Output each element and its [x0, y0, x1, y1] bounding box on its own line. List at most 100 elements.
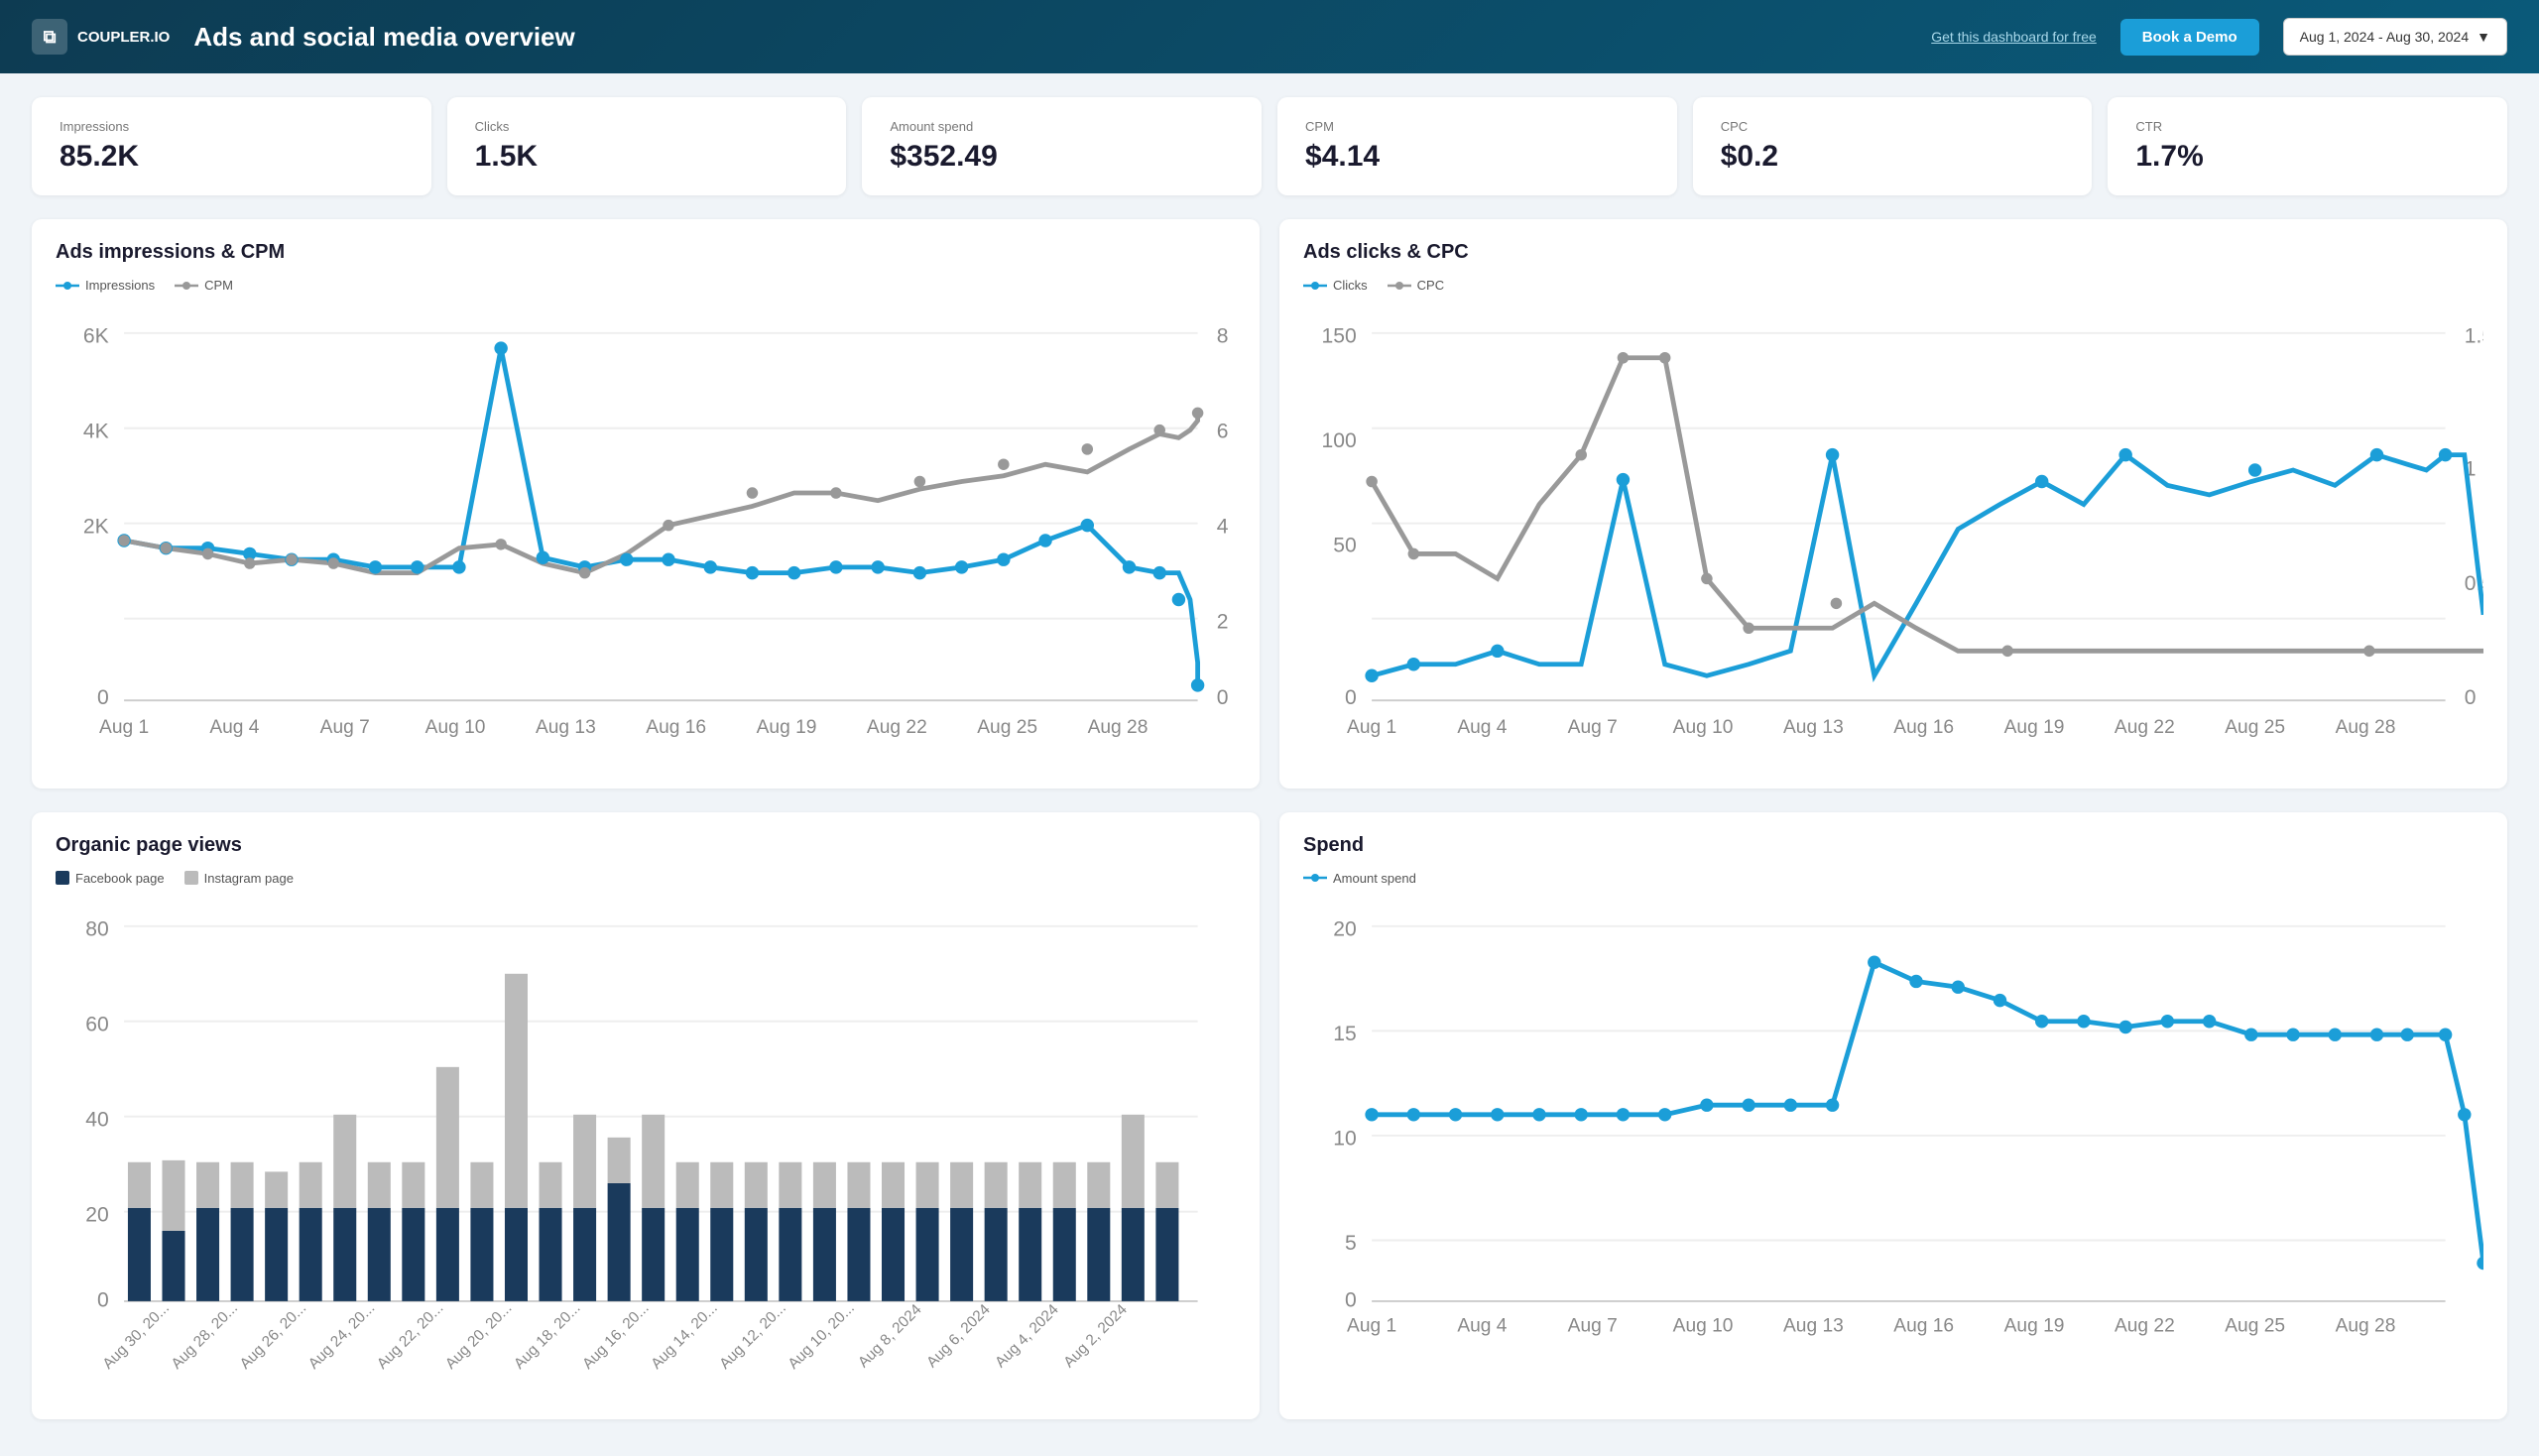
svg-text:Aug 1: Aug 1 — [1347, 1315, 1396, 1336]
svg-text:Aug 25: Aug 25 — [2225, 717, 2285, 738]
svg-text:Aug 7: Aug 7 — [1568, 1315, 1618, 1336]
svg-text:Aug 16: Aug 16 — [646, 717, 706, 738]
svg-text:Aug 13: Aug 13 — [1783, 717, 1844, 738]
kpi-value-cpm: $4.14 — [1305, 140, 1649, 174]
svg-text:Aug 28: Aug 28 — [2336, 717, 2396, 738]
legend-label-clicks: Clicks — [1333, 278, 1368, 293]
svg-text:Aug 13: Aug 13 — [1783, 1315, 1844, 1336]
date-range-value: Aug 1, 2024 - Aug 30, 2024 — [2300, 29, 2469, 45]
svg-text:Aug 19: Aug 19 — [757, 717, 817, 738]
svg-text:Aug 16: Aug 16 — [1893, 1315, 1954, 1336]
svg-text:4K: 4K — [83, 420, 109, 442]
svg-text:Aug 28, 20...: Aug 28, 20... — [169, 1299, 242, 1373]
impressions-cpm-chart: Ads impressions & CPM Impressions CPM 6K… — [32, 219, 1260, 789]
svg-text:Aug 30, 20...: Aug 30, 20... — [99, 1299, 173, 1373]
header: ⧉ COUPLER.IO Ads and social media overvi… — [0, 0, 2539, 73]
clicks-cpc-chart: Ads clicks & CPC Clicks CPC 150 100 50 0… — [1279, 219, 2507, 789]
svg-text:Aug 10: Aug 10 — [1673, 1315, 1734, 1336]
bottom-charts-row: Organic page views Facebook page Instagr… — [32, 812, 2507, 1419]
legend-label-instagram: Instagram page — [204, 871, 294, 886]
svg-text:Aug 4, 2024: Aug 4, 2024 — [992, 1300, 1062, 1371]
svg-text:Aug 1: Aug 1 — [99, 717, 149, 738]
svg-text:0: 0 — [1217, 686, 1229, 709]
impressions-cpm-svg: 6K 4K 2K 0 8 6 4 2 0 Aug 1 Aug 4 Aug 7 — [56, 304, 1236, 762]
svg-text:20: 20 — [85, 1203, 108, 1226]
svg-text:Aug 8, 2024: Aug 8, 2024 — [855, 1300, 925, 1371]
svg-text:8: 8 — [1217, 324, 1229, 347]
legend-cpm: CPM — [175, 278, 233, 293]
svg-text:60: 60 — [85, 1013, 108, 1035]
svg-text:6K: 6K — [83, 324, 109, 347]
svg-text:0: 0 — [1345, 686, 1357, 709]
kpi-label-clicks: Clicks — [475, 119, 819, 134]
legend-facebook: Facebook page — [56, 871, 165, 886]
svg-text:Aug 28: Aug 28 — [2336, 1315, 2396, 1336]
free-dashboard-link[interactable]: Get this dashboard for free — [1931, 29, 2097, 45]
svg-text:0: 0 — [97, 686, 109, 709]
svg-text:Aug 25: Aug 25 — [2225, 1315, 2285, 1336]
organic-views-chart: Organic page views Facebook page Instagr… — [32, 812, 1260, 1419]
svg-text:Aug 14, 20...: Aug 14, 20... — [648, 1299, 721, 1373]
kpi-value-spend: $352.49 — [890, 140, 1234, 174]
svg-text:Aug 2, 2024: Aug 2, 2024 — [1060, 1300, 1131, 1371]
svg-text:Aug 25: Aug 25 — [977, 717, 1037, 738]
svg-text:Aug 20, 20...: Aug 20, 20... — [442, 1299, 516, 1373]
spend-title: Spend — [1303, 834, 2483, 857]
svg-text:0: 0 — [97, 1288, 109, 1311]
kpi-value-clicks: 1.5K — [475, 140, 819, 174]
spend-legend: Amount spend — [1303, 871, 2483, 886]
kpi-amount-spend: Amount spend $352.49 — [862, 97, 1262, 195]
clicks-cpc-title: Ads clicks & CPC — [1303, 241, 2483, 264]
svg-text:Aug 6, 2024: Aug 6, 2024 — [923, 1300, 994, 1371]
legend-label-impressions: Impressions — [85, 278, 155, 293]
svg-text:15: 15 — [1333, 1023, 1356, 1045]
book-demo-button[interactable]: Book a Demo — [2120, 19, 2259, 56]
svg-text:20: 20 — [1333, 917, 1356, 940]
svg-text:Aug 22: Aug 22 — [867, 717, 927, 738]
svg-text:Aug 16, 20...: Aug 16, 20... — [579, 1299, 653, 1373]
svg-text:Aug 1: Aug 1 — [1347, 717, 1396, 738]
chevron-down-icon: ▼ — [2477, 29, 2490, 45]
spend-svg: 20 15 10 5 0 Aug 1 Aug 4 Aug 7 Aug 10 Au… — [1303, 898, 2483, 1393]
clicks-cpc-svg: 150 100 50 0 1.5 1 0.5 0 Aug 1 Aug 4 Aug… — [1303, 304, 2483, 762]
legend-cpc: CPC — [1388, 278, 1444, 293]
svg-text:Aug 7: Aug 7 — [1568, 717, 1618, 738]
svg-text:Aug 4: Aug 4 — [1457, 717, 1507, 738]
svg-text:2K: 2K — [83, 515, 109, 538]
svg-text:5: 5 — [1345, 1232, 1357, 1255]
svg-text:Aug 10: Aug 10 — [1673, 717, 1734, 738]
organic-views-title: Organic page views — [56, 834, 1236, 857]
kpi-impressions: Impressions 85.2K — [32, 97, 431, 195]
organic-views-svg: 80 60 40 20 0 — [56, 898, 1236, 1393]
organic-views-legend: Facebook page Instagram page — [56, 871, 1236, 886]
impressions-cpm-title: Ads impressions & CPM — [56, 241, 1236, 264]
page-title: Ads and social media overview — [193, 22, 1907, 53]
legend-amount-spend: Amount spend — [1303, 871, 1416, 886]
legend-instagram: Instagram page — [184, 871, 294, 886]
svg-text:50: 50 — [1333, 535, 1356, 557]
svg-text:10: 10 — [1333, 1127, 1356, 1150]
svg-text:150: 150 — [1322, 324, 1357, 347]
legend-clicks: Clicks — [1303, 278, 1368, 293]
svg-text:Aug 18, 20...: Aug 18, 20... — [511, 1299, 584, 1373]
kpi-value-impressions: 85.2K — [60, 140, 404, 174]
svg-text:80: 80 — [85, 917, 108, 940]
svg-text:Aug 4: Aug 4 — [1457, 1315, 1507, 1336]
svg-text:1.5: 1.5 — [2465, 324, 2483, 347]
legend-label-facebook: Facebook page — [75, 871, 165, 886]
svg-text:Aug 13: Aug 13 — [536, 717, 596, 738]
svg-text:4: 4 — [1217, 515, 1229, 538]
svg-text:Aug 10: Aug 10 — [425, 717, 486, 738]
svg-text:Aug 4: Aug 4 — [209, 717, 259, 738]
svg-text:6: 6 — [1217, 420, 1229, 442]
date-range-picker[interactable]: Aug 1, 2024 - Aug 30, 2024 ▼ — [2283, 18, 2507, 56]
kpi-value-ctr: 1.7% — [2135, 140, 2479, 174]
svg-text:100: 100 — [1322, 429, 1357, 452]
logo-text: COUPLER.IO — [77, 29, 170, 46]
main-content: Impressions 85.2K Clicks 1.5K Amount spe… — [0, 73, 2539, 1443]
svg-text:Aug 24, 20...: Aug 24, 20... — [305, 1299, 379, 1373]
kpi-clicks: Clicks 1.5K — [447, 97, 847, 195]
svg-text:Aug 22: Aug 22 — [2115, 717, 2175, 738]
kpi-value-cpc: $0.2 — [1721, 140, 2065, 174]
svg-text:40: 40 — [85, 1108, 108, 1131]
